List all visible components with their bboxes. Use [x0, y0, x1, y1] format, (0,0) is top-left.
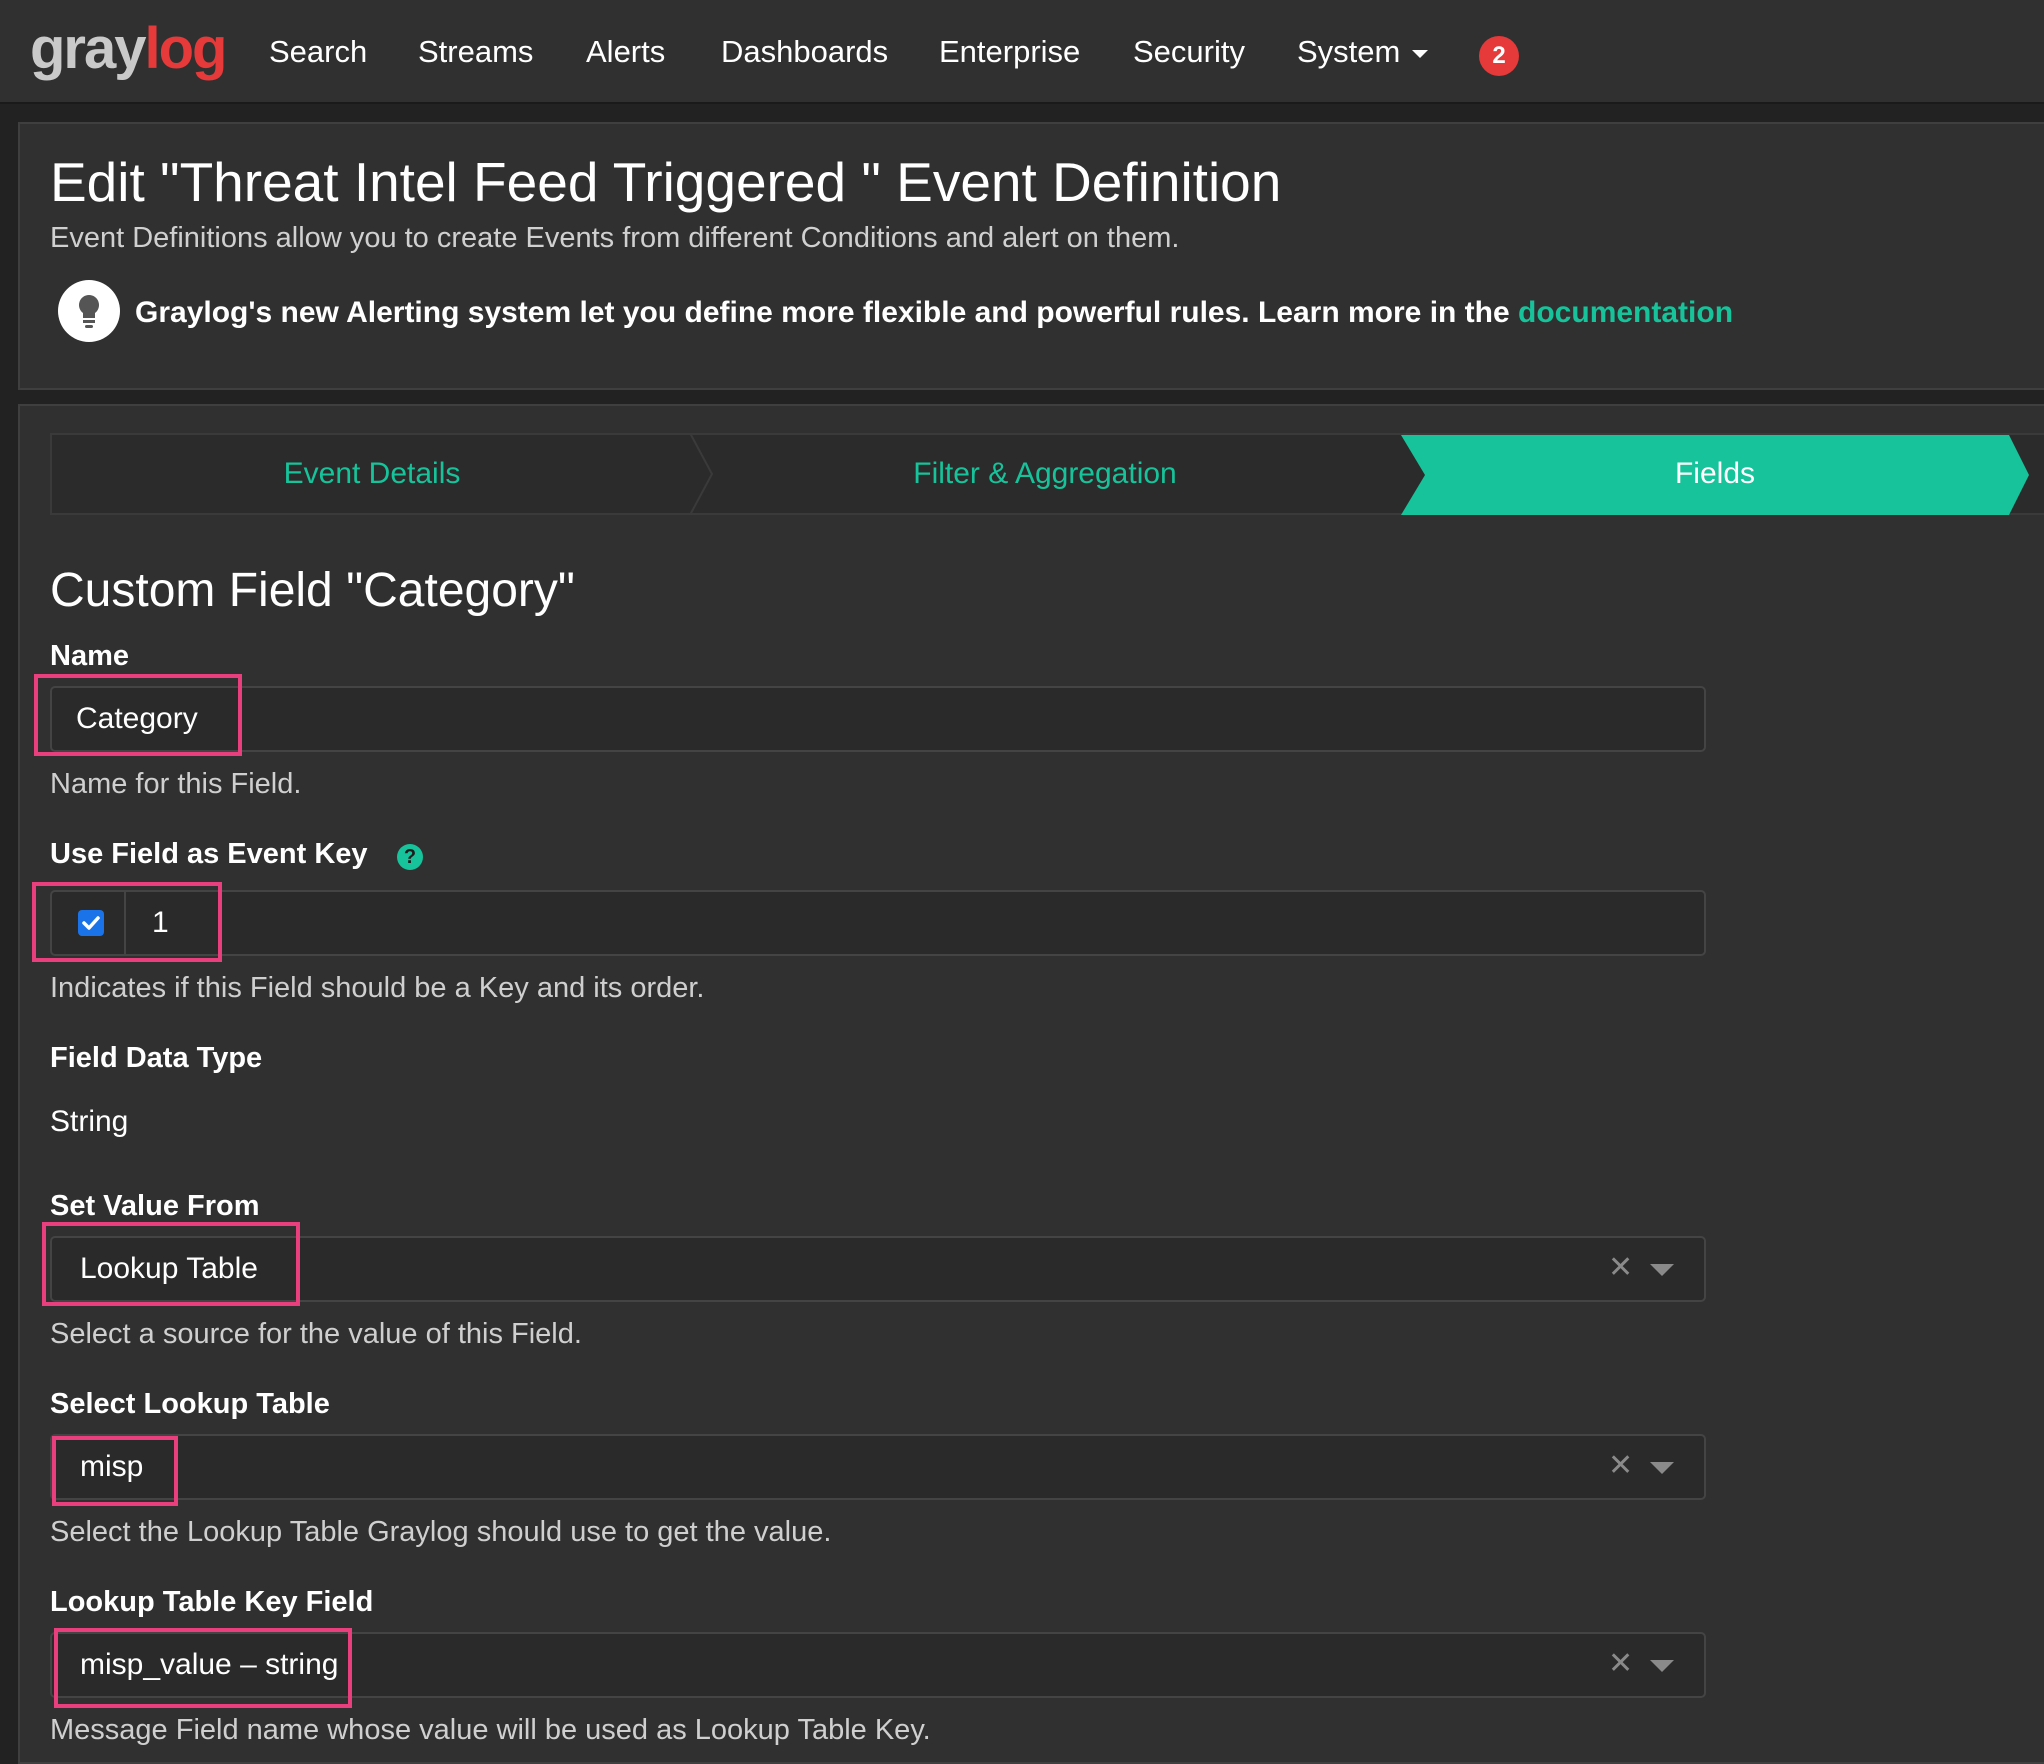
- checkmark-icon: [82, 916, 100, 930]
- value-from-label: Set Value From: [50, 1190, 260, 1222]
- tip-text: Graylog's new Alerting system let you de…: [135, 296, 1733, 330]
- step-filter-aggregation[interactable]: Filter & Aggregation: [690, 433, 1400, 515]
- top-navbar: graylog Search Streams Alerts Dashboards…: [0, 0, 2044, 104]
- lookup-table-help: Select the Lookup Table Graylog should u…: [50, 1516, 832, 1548]
- name-value: Category: [76, 702, 198, 735]
- nav-system[interactable]: System: [1297, 0, 1429, 104]
- nav-alerts[interactable]: Alerts: [586, 0, 665, 104]
- data-type-value: String: [50, 1105, 129, 1138]
- notification-badge[interactable]: 2: [1479, 36, 1519, 76]
- logo-text-red: log: [144, 16, 228, 81]
- key-field-help: Message Field name whose value will be u…: [50, 1714, 931, 1746]
- event-key-help: Indicates if this Field should be a Key …: [50, 972, 705, 1004]
- nav-dashboards[interactable]: Dashboards: [721, 0, 888, 104]
- event-key-input-group: [50, 890, 1706, 956]
- chevron-down-icon[interactable]: [1650, 1660, 1674, 1672]
- chevron-down-icon: [1412, 49, 1429, 58]
- custom-field-title: Custom Field "Category": [50, 564, 575, 617]
- clear-icon[interactable]: ✕: [1608, 1250, 1633, 1285]
- lookup-table-value: misp: [80, 1450, 144, 1483]
- event-key-order[interactable]: 1: [152, 906, 169, 940]
- key-field-label: Lookup Table Key Field: [50, 1586, 374, 1618]
- event-key-checkbox[interactable]: [78, 910, 104, 936]
- help-icon[interactable]: ?: [397, 844, 423, 870]
- nav-streams[interactable]: Streams: [418, 0, 533, 104]
- name-label: Name: [50, 640, 129, 672]
- data-type-label: Field Data Type: [50, 1042, 263, 1074]
- value-from-help: Select a source for the value of this Fi…: [50, 1318, 582, 1350]
- chevron-down-icon[interactable]: [1650, 1264, 1674, 1276]
- chevron-down-icon[interactable]: [1650, 1462, 1674, 1474]
- logo-text-gray: gray: [30, 16, 147, 81]
- value-from-value: Lookup Table: [80, 1252, 258, 1285]
- graylog-logo[interactable]: graylog: [30, 14, 228, 84]
- lightbulb-icon: [58, 280, 120, 342]
- nav-system-label: System: [1297, 34, 1401, 69]
- step-fields[interactable]: Fields: [1401, 433, 2029, 515]
- name-input[interactable]: [50, 686, 1706, 752]
- lookup-table-select[interactable]: [50, 1434, 1706, 1500]
- key-field-value: misp_value – string: [80, 1648, 339, 1681]
- page-description: Event Definitions allow you to create Ev…: [50, 222, 1180, 254]
- lookup-table-label: Select Lookup Table: [50, 1388, 330, 1420]
- page-title: Edit "Threat Intel Feed Triggered " Even…: [50, 151, 1282, 213]
- nav-search[interactable]: Search: [269, 0, 367, 104]
- tip-message: Graylog's new Alerting system let you de…: [135, 296, 1510, 329]
- event-key-label: Use Field as Event Key: [50, 838, 368, 870]
- clear-icon[interactable]: ✕: [1608, 1646, 1633, 1681]
- nav-security[interactable]: Security: [1133, 0, 1245, 104]
- name-help: Name for this Field.: [50, 768, 302, 800]
- step-event-details[interactable]: Event Details: [52, 433, 692, 515]
- documentation-link[interactable]: documentation: [1518, 296, 1733, 329]
- clear-icon[interactable]: ✕: [1608, 1448, 1633, 1483]
- nav-enterprise[interactable]: Enterprise: [939, 0, 1080, 104]
- value-from-select[interactable]: [50, 1236, 1706, 1302]
